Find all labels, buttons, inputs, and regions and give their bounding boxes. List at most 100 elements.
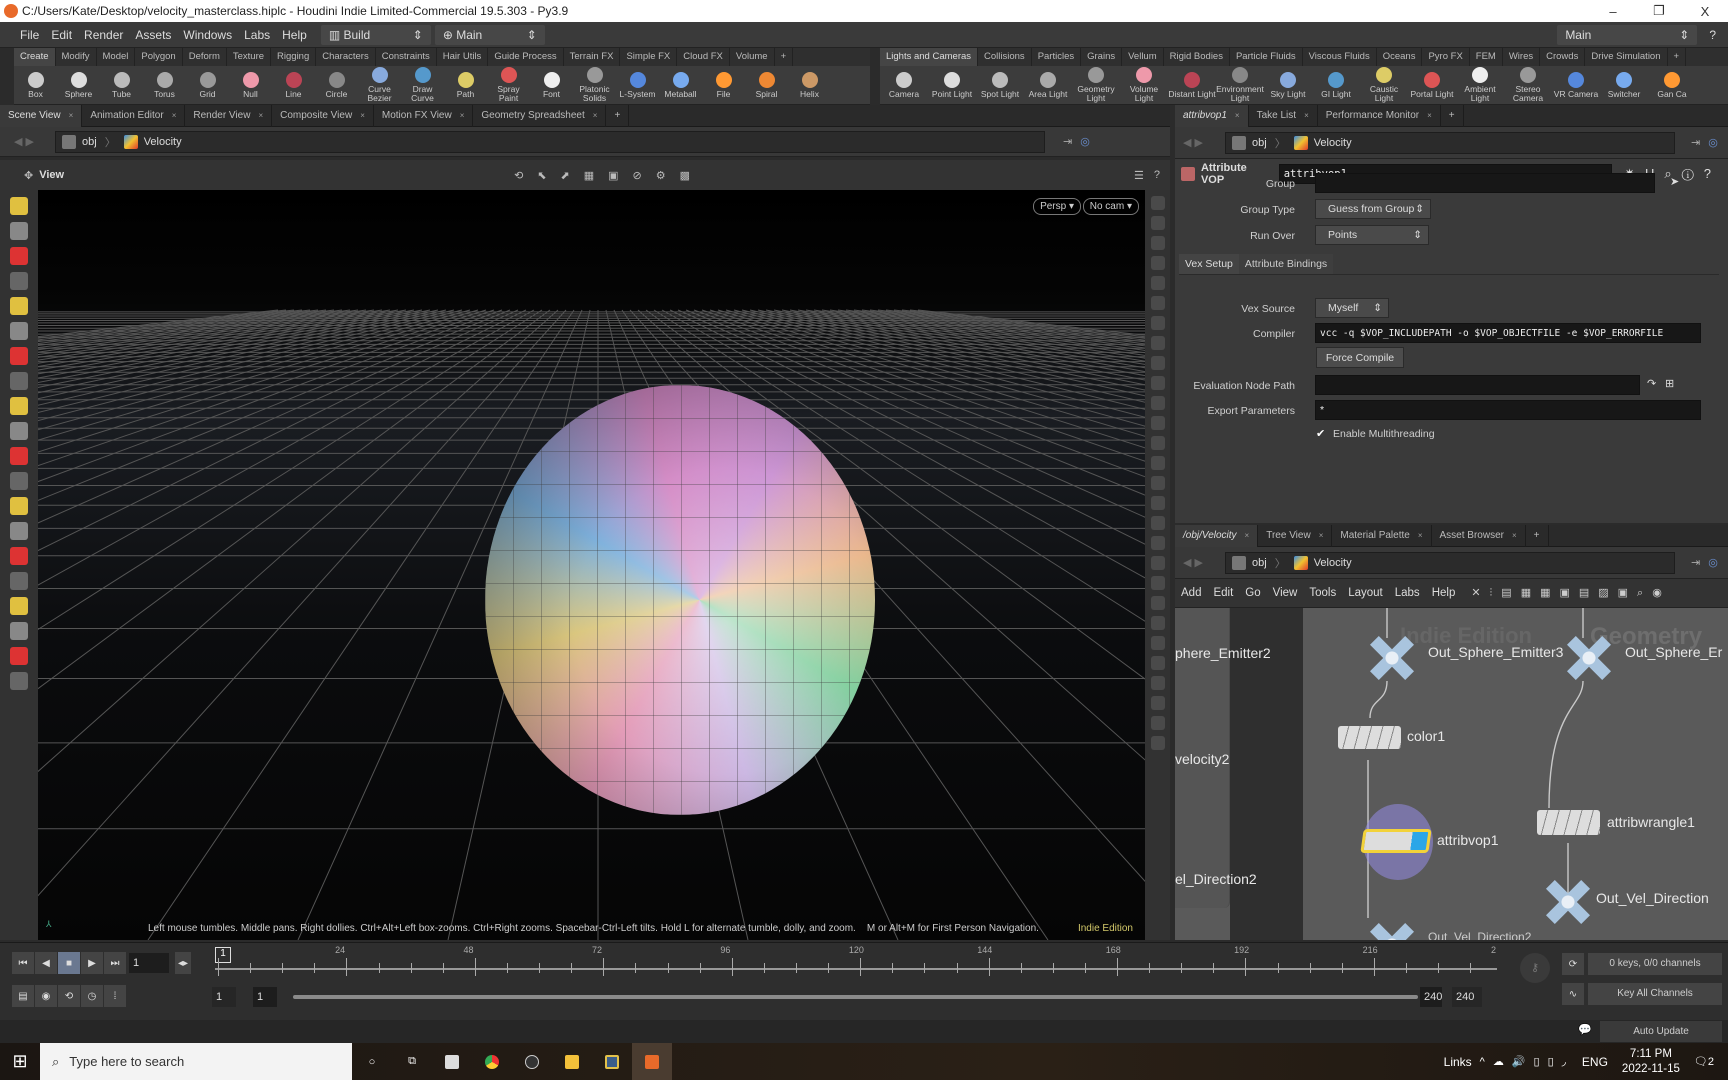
clock[interactable]: 7:11 PM 2022-11-15 xyxy=(1622,1047,1680,1077)
tab-composite-view[interactable]: Composite View × xyxy=(272,104,374,127)
tool-icon[interactable] xyxy=(1150,416,1165,430)
tool-icon[interactable] xyxy=(1150,516,1165,530)
shelf-tool-circle[interactable]: Circle xyxy=(315,71,358,99)
shelf-tool-font[interactable]: Font xyxy=(530,71,573,99)
group-type-menu[interactable]: Guess from Group ⇕ xyxy=(1315,199,1431,219)
shelf-tab-wires[interactable]: Wires xyxy=(1503,48,1541,66)
shelf-tab-model[interactable]: Model xyxy=(97,48,136,66)
play-button[interactable]: ▶ xyxy=(81,952,103,974)
link-icon[interactable]: ◎ xyxy=(1708,556,1718,569)
shelf-tool-spot-light[interactable]: Spot Light xyxy=(976,71,1024,99)
tray-icons[interactable]: ^☁🔊▯▯◞ xyxy=(1480,1055,1574,1068)
close-tab-icon[interactable]: × xyxy=(1304,111,1309,120)
shelf-tool-vr-camera[interactable]: VR Camera xyxy=(1552,71,1600,99)
notification-icon[interactable]: 🗨2 xyxy=(1694,1055,1714,1068)
channel-icon[interactable]: ⟳ xyxy=(1562,953,1584,975)
shelf-tab-drive-simulation[interactable]: Drive Simulation xyxy=(1585,48,1668,66)
shelf-tool-sky-light[interactable]: Sky Light xyxy=(1264,71,1312,99)
tool-icon[interactable] xyxy=(10,497,28,515)
add-tab-button[interactable]: + xyxy=(1441,104,1464,127)
tool-icon[interactable] xyxy=(1150,676,1165,690)
pin-icon[interactable]: ⇥ xyxy=(1691,556,1700,569)
key-icon[interactable]: ⚷ xyxy=(1520,953,1550,983)
play-reverse-button[interactable]: ◀ xyxy=(35,952,57,974)
tool-icon[interactable] xyxy=(1150,476,1165,490)
tool-icon[interactable] xyxy=(10,522,28,540)
shelf-tool-l-system[interactable]: L-System xyxy=(616,71,659,99)
loop-icon[interactable]: ⟲ xyxy=(58,985,80,1007)
tool-icon[interactable] xyxy=(1150,696,1165,710)
network-menu-help[interactable]: Help xyxy=(1426,587,1462,599)
shelf-tab-collisions[interactable]: Collisions xyxy=(978,48,1032,66)
clock-icon[interactable]: ◷ xyxy=(81,985,103,1007)
network-menu-tools[interactable]: Tools xyxy=(1303,587,1342,599)
shelf-tab-rigid-bodies[interactable]: Rigid Bodies xyxy=(1164,48,1230,66)
shelf-tab-texture[interactable]: Texture xyxy=(227,48,272,66)
shelf-tool-grid[interactable]: Grid xyxy=(186,71,229,99)
shelf-tool-file[interactable]: File xyxy=(702,71,745,99)
link-icon[interactable]: ◎ xyxy=(1708,136,1718,149)
shelf-tab-modify[interactable]: Modify xyxy=(56,48,97,66)
export-parameters-field[interactable]: * xyxy=(1315,400,1701,420)
multithreading-checkbox[interactable]: ✔ xyxy=(1316,427,1325,440)
windows-start-icon[interactable]: ⊞ xyxy=(0,1043,40,1080)
tool-icon[interactable] xyxy=(10,197,28,215)
add-shelf-tab-button[interactable]: + xyxy=(1668,48,1687,66)
shelf-tab-cloud-fx[interactable]: Cloud FX xyxy=(677,48,730,66)
tool-icon[interactable] xyxy=(10,597,28,615)
tool-icon[interactable] xyxy=(1150,376,1165,390)
tool-icon[interactable] xyxy=(1150,236,1165,250)
tool-icon[interactable] xyxy=(1150,216,1165,230)
shelf-tab-rigging[interactable]: Rigging xyxy=(271,48,317,66)
tool-icon[interactable] xyxy=(1150,276,1165,290)
node-out-sphere-emitter[interactable]: Out_Sphere_Er xyxy=(1625,644,1722,660)
stop-button[interactable]: ■ xyxy=(58,952,80,974)
tab-performance-monitor[interactable]: Performance Monitor × xyxy=(1318,104,1441,127)
back-forward-icon[interactable]: ◀ ▶ xyxy=(0,135,55,148)
language-indicator[interactable]: ENG xyxy=(1582,1055,1608,1069)
tool-icon[interactable] xyxy=(1150,296,1165,310)
taskbar-search[interactable]: ⌕ Type here to search xyxy=(40,1043,352,1080)
pin-icon[interactable]: ⇥ xyxy=(1063,135,1072,148)
tool-icon[interactable] xyxy=(10,547,28,565)
path-obj[interactable]: obj xyxy=(1252,137,1267,149)
tool-icon[interactable] xyxy=(1150,576,1165,590)
network-menu-add[interactable]: Add xyxy=(1175,587,1207,599)
shelf-tool-platonic-solids[interactable]: Platonic Solids xyxy=(573,67,616,103)
shelf-tool-switcher[interactable]: Switcher xyxy=(1600,71,1648,99)
path-obj[interactable]: obj xyxy=(82,136,97,148)
shelf-tab-crowds[interactable]: Crowds xyxy=(1540,48,1586,66)
network-tool-icons[interactable]: ✕⫶▤▦▦▣▤▨▣⌕◉ xyxy=(1471,586,1670,600)
network-menu-view[interactable]: View xyxy=(1267,587,1304,599)
tool-icon[interactable] xyxy=(1150,536,1165,550)
shelf-tab-deform[interactable]: Deform xyxy=(183,48,227,66)
close-tab-icon[interactable]: × xyxy=(258,111,263,120)
file-explorer-icon[interactable] xyxy=(552,1043,592,1080)
links-toolbar[interactable]: Links xyxy=(1444,1055,1472,1069)
tool-icon[interactable] xyxy=(10,647,28,665)
tool-icon[interactable] xyxy=(1150,316,1165,330)
shelf-tab-hair-utils[interactable]: Hair Utils xyxy=(437,48,489,66)
tab-take-list[interactable]: Take List × xyxy=(1249,104,1318,127)
tool-icon[interactable] xyxy=(1150,436,1165,450)
tool-icon[interactable] xyxy=(1150,616,1165,630)
tool-icon[interactable] xyxy=(1150,656,1165,670)
shelf-tab-create[interactable]: Create xyxy=(14,48,56,66)
tool-icon[interactable] xyxy=(1150,456,1165,470)
menu-labs[interactable]: Labs xyxy=(238,28,276,42)
shelf-tool-distant-light[interactable]: Distant Light xyxy=(1168,71,1216,99)
back-forward-icon[interactable]: ◀ ▶ xyxy=(1175,136,1225,149)
shelf-tool-box[interactable]: Box xyxy=(14,71,57,99)
close-tab-icon[interactable]: × xyxy=(360,111,365,120)
close-tab-icon[interactable]: × xyxy=(1512,531,1517,540)
tool-icon[interactable] xyxy=(10,447,28,465)
shelf-tool-helix[interactable]: Helix xyxy=(788,71,831,99)
help-icon[interactable]: ? xyxy=(1154,169,1160,181)
shelf-tool-sphere[interactable]: Sphere xyxy=(57,71,100,99)
context-selector[interactable]: ⊕ Main ⇕ xyxy=(434,24,545,45)
menu-help[interactable]: Help xyxy=(276,28,313,42)
shelf-tab-oceans[interactable]: Oceans xyxy=(1377,48,1423,66)
realtime-icon[interactable]: ▤ xyxy=(12,985,34,1007)
tool-icon[interactable] xyxy=(10,372,28,390)
shelf-tab-simple-fx[interactable]: Simple FX xyxy=(620,48,678,66)
